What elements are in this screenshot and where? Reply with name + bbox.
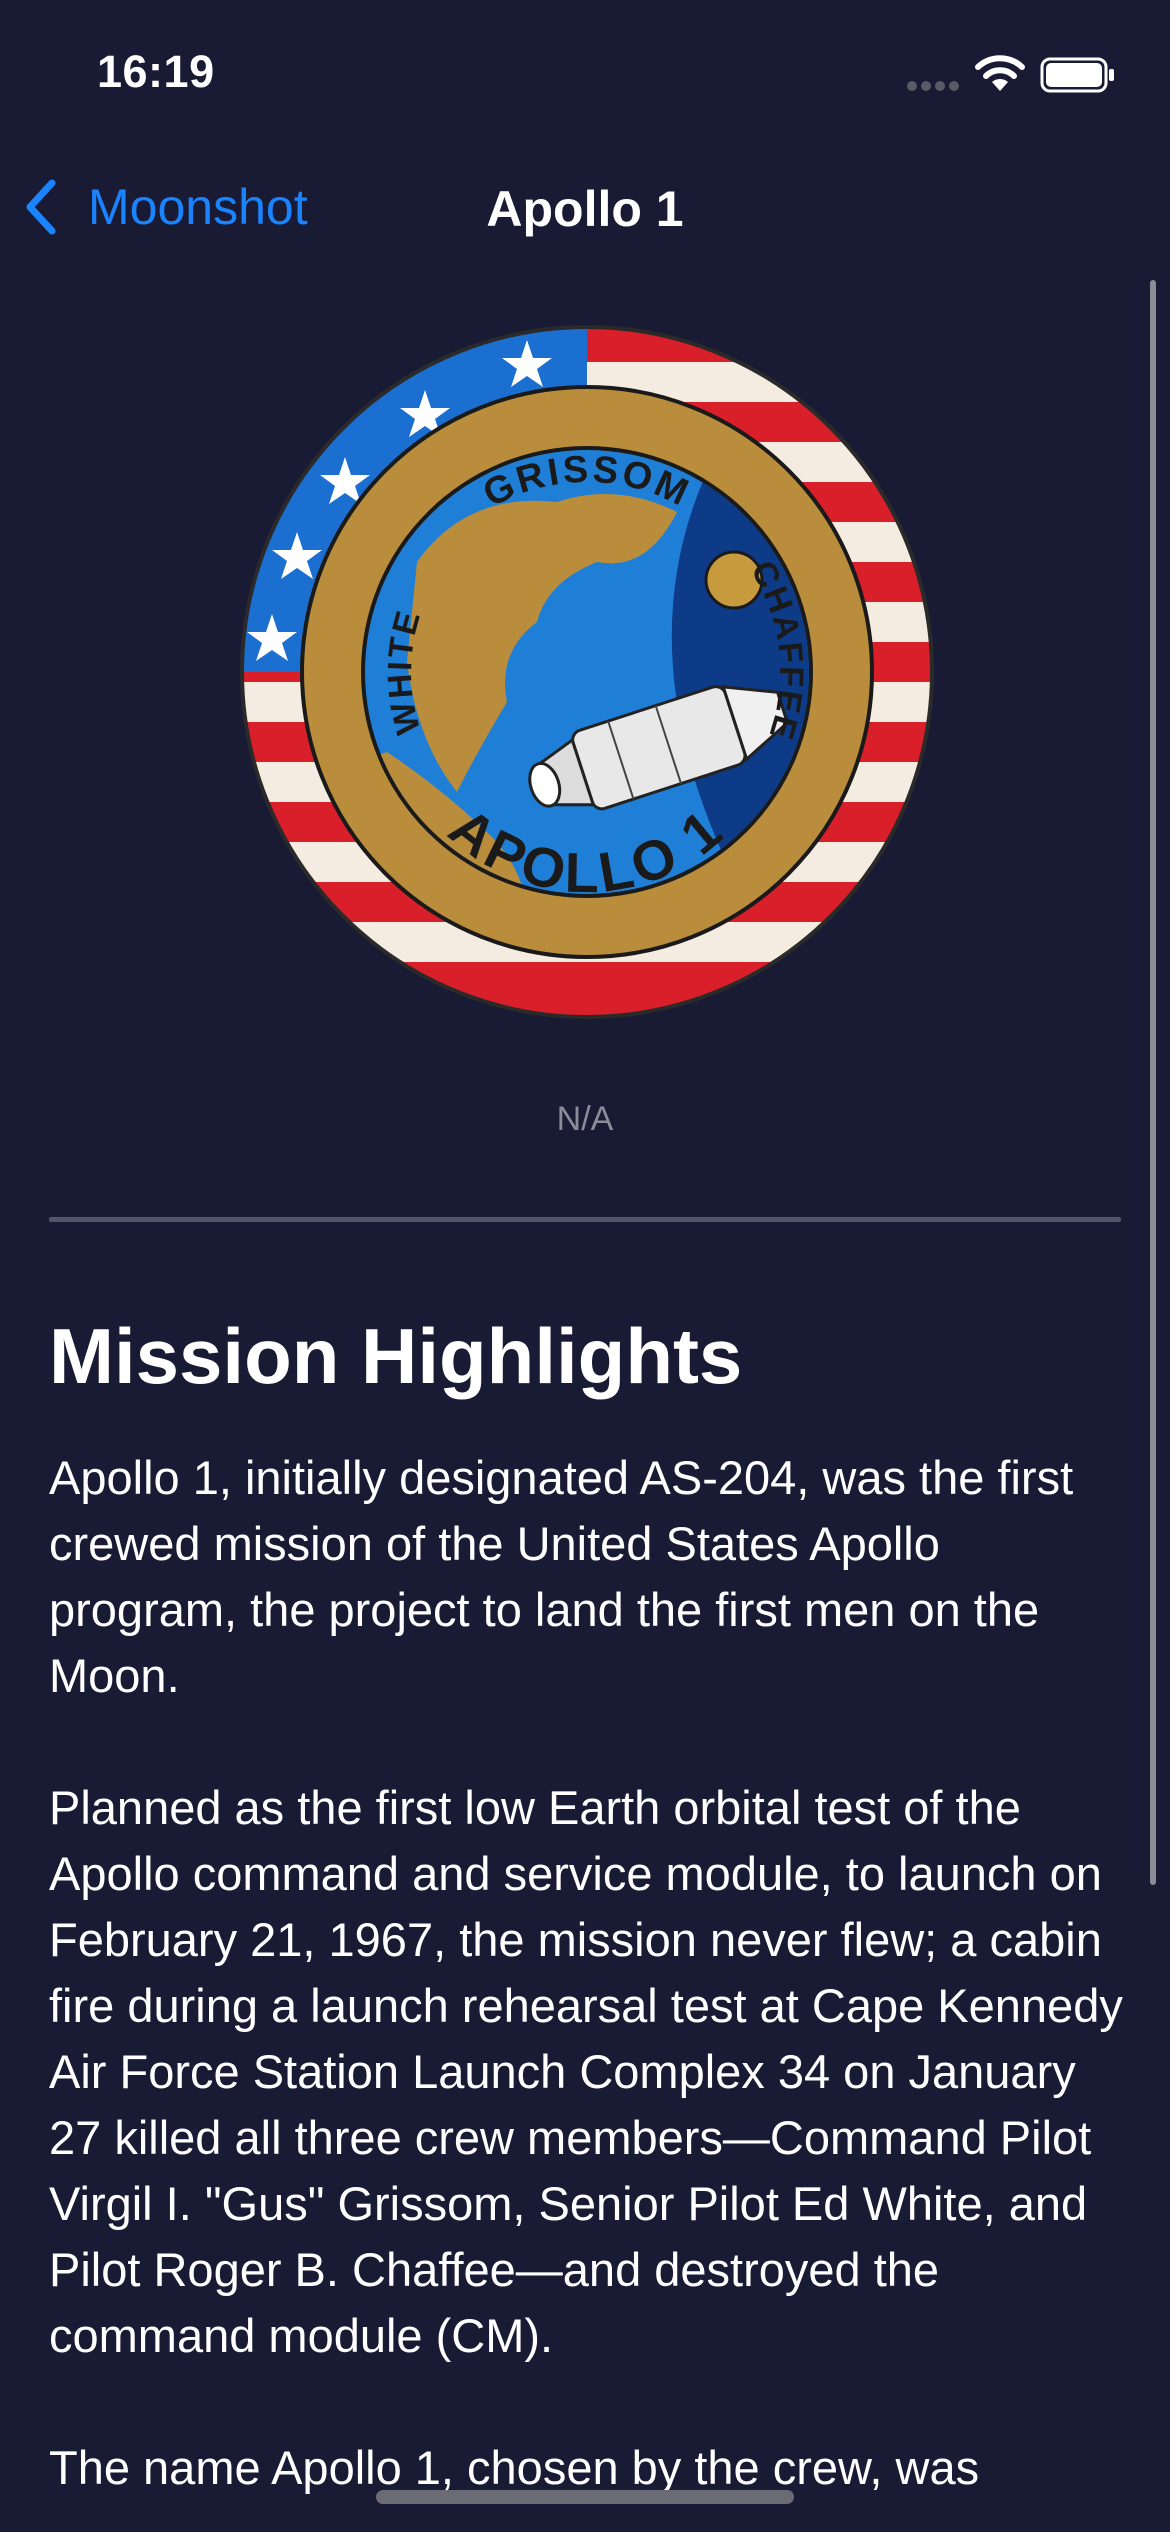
status-time: 16:19 bbox=[97, 46, 215, 97]
battery-icon bbox=[1040, 57, 1114, 93]
mission-patch-image: GRISSOM WHITE CHAFFEE APOLLO 1 bbox=[240, 325, 934, 1019]
mission-description: Apollo 1, initially designated AS-204, w… bbox=[49, 1451, 1123, 2494]
home-indicator[interactable] bbox=[376, 2490, 794, 2504]
status-bar: 16:19 bbox=[0, 0, 1170, 150]
mission-highlights-heading: Mission Highlights bbox=[49, 1312, 743, 1400]
cellular-signal-icon bbox=[907, 81, 959, 91]
launch-date-label: N/A bbox=[556, 1100, 614, 1138]
wifi-icon bbox=[975, 55, 1025, 91]
navigation-bar: Moonshot Apollo 1 bbox=[0, 150, 1170, 270]
page-title: Apollo 1 bbox=[486, 181, 684, 237]
scroll-indicator[interactable] bbox=[1150, 280, 1156, 1885]
section-divider bbox=[49, 1217, 1121, 1222]
